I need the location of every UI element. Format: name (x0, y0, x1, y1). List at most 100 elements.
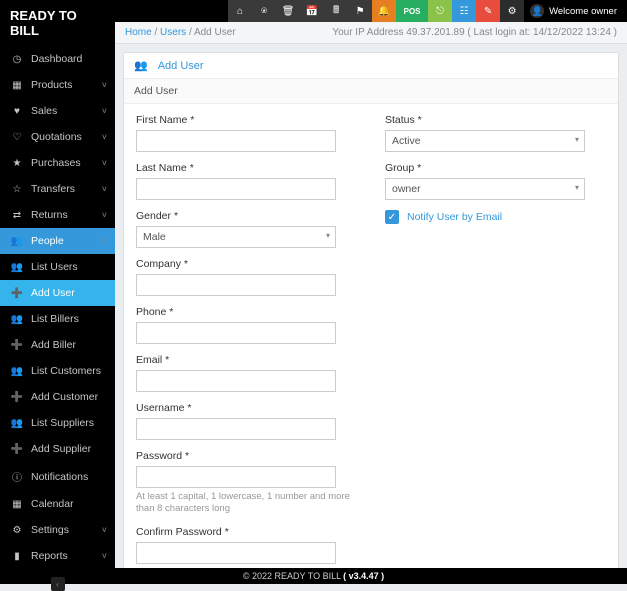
phone-input[interactable] (136, 322, 336, 344)
avatar-icon: 👤 (530, 4, 544, 18)
users-icon: 👥 (134, 59, 148, 72)
people-submenu: 👥List Users➕Add User👥List Billers➕Add Bi… (0, 254, 115, 462)
list-btn[interactable]: ☷ (452, 0, 476, 22)
today-btn[interactable]: ⎋ (428, 0, 452, 22)
sidebar-item-list-billers: 👥List Billers (0, 306, 115, 332)
reports-icon: ▮ (10, 551, 24, 562)
sidebar-item-label: List Users (31, 261, 78, 273)
label-password: Password * (136, 450, 357, 462)
purchases-icon: ★ (10, 158, 24, 169)
breadcrumb: Home / Users / Add User (125, 27, 236, 38)
password-input[interactable] (136, 466, 336, 488)
home-btn[interactable]: ⌂ (228, 0, 252, 22)
list-customers-icon: 👥 (10, 366, 24, 377)
sidebar-item-dashboard: ◷ Dashboard (0, 46, 115, 72)
label-username: Username * (136, 402, 357, 414)
transfers-icon: ☆ (10, 184, 24, 195)
label-confirm: Confirm Password * (136, 526, 357, 538)
ip-info: Your IP Address 49.37.201.89 ( Last logi… (332, 27, 617, 38)
sidebar-item-add-biller: ➕ Add Biller (0, 332, 115, 358)
confirm-password-input[interactable] (136, 542, 336, 564)
settings-btn[interactable]: ⚙ (500, 0, 524, 22)
topbar: ⌂⍟🗑📅🖩⚑🔔POS⎋☷✎⚙ 👤 Welcome owner (115, 0, 627, 22)
calendar-btn[interactable]: 📅 (300, 0, 324, 22)
sidebar-item-label: People (31, 235, 64, 247)
sidebar-item-label: List Customers (31, 365, 101, 377)
sidebar-item-label: Add Biller (31, 339, 76, 351)
form-col-left: First Name * Last Name * Gender * Male ▾… (136, 114, 357, 568)
label-company: Company * (136, 258, 357, 270)
breadcrumb-bar: Home / Users / Add User Your IP Address … (115, 22, 627, 44)
first-name-input[interactable] (136, 130, 336, 152)
footer-text: © 2022 READY TO BILL (243, 571, 341, 581)
sidebar-item-reports: ▮ Reports ˅ (0, 543, 115, 569)
add-customer-icon: ➕ (10, 392, 24, 403)
sidebar-item-people: 👥 People ˅ (0, 228, 115, 254)
clear-btn[interactable]: 🗑 (276, 0, 300, 22)
gender-select[interactable]: Male (136, 226, 336, 248)
flag-btn[interactable]: ⚑ (348, 0, 372, 22)
chevron-down-icon: ˅ (102, 210, 107, 220)
chevron-down-icon: ˅ (102, 106, 107, 116)
sidebar-item-add-supplier: ➕Add Supplier (0, 436, 115, 462)
alerts-btn[interactable]: 🔔 (372, 0, 396, 22)
status-select[interactable]: Active (385, 130, 585, 152)
sidebar: READY TO BILL ◷Dashboard▦Products˅♥Sales… (0, 0, 115, 584)
username-input[interactable] (136, 418, 336, 440)
label-gender: Gender * (136, 210, 357, 222)
sidebar-item-settings: ⚙Settings˅ (0, 517, 115, 543)
sidebar-item-transfers: ☆ Transfers ˅ (0, 176, 115, 202)
crumb-users[interactable]: Users (160, 27, 186, 38)
add-user-icon: ➕ (10, 288, 24, 299)
sidebar-item-list-users: 👥List Users (0, 254, 115, 280)
sidebar-item-list-customers: 👥 List Customers (0, 358, 115, 384)
chevron-down-icon: ˅ (102, 551, 107, 561)
sidebar-item-label: Purchases (31, 157, 81, 169)
main-menu: ◷Dashboard▦Products˅♥Sales˅♡Quotations˅★… (0, 46, 115, 228)
crumb-home[interactable]: Home (125, 27, 152, 38)
group-select[interactable]: owner (385, 178, 585, 200)
notify-row: ✓ Notify User by Email (385, 210, 606, 224)
sidebar-item-label: Calendar (31, 498, 74, 510)
quotations-icon: ♡ (10, 132, 24, 143)
tail-menu: ⓘNotifications▦Calendar⚙Settings˅▮Report… (0, 462, 115, 569)
sidebar-item-label: Sales (31, 105, 57, 117)
calculator-btn[interactable]: 🖩 (324, 0, 348, 22)
sidebar-item-label: Returns (31, 209, 68, 221)
sidebar-item-label: Quotations (31, 131, 82, 143)
email-input[interactable] (136, 370, 336, 392)
sidebar-item-add-user: ➕Add User (0, 280, 115, 306)
sidebar-item-label: Reports (31, 550, 68, 562)
edit-btn[interactable]: ✎ (476, 0, 500, 22)
notify-checkbox[interactable]: ✓ (385, 210, 399, 224)
pos-btn[interactable]: POS (396, 0, 428, 22)
notify-label: Notify User by Email (407, 211, 502, 223)
sidebar-item-label: Transfers (31, 183, 75, 195)
dashboard-icon: ◷ (10, 54, 24, 65)
chevron-down-icon: ˅ (102, 132, 107, 142)
label-email: Email * (136, 354, 357, 366)
sidebar-item-list-suppliers: 👥List Suppliers (0, 410, 115, 436)
add-biller-icon: ➕ (10, 340, 24, 351)
sidebar-item-products: ▦Products˅ (0, 72, 115, 98)
sidebar-item-sales: ♥Sales˅ (0, 98, 115, 124)
sidebar-item-label: List Billers (31, 313, 79, 325)
welcome-text: Welcome owner (549, 6, 617, 17)
settings-icon: ⚙ (10, 525, 24, 536)
chevron-down-icon: ˅ (102, 184, 107, 194)
label-first-name: First Name * (136, 114, 357, 126)
welcome-menu[interactable]: 👤 Welcome owner (524, 0, 627, 22)
sidebar-item-quotations: ♡ Quotations ˅ (0, 124, 115, 150)
collapse-sidebar-btn[interactable]: ‹ (51, 577, 65, 591)
label-status: Status * (385, 114, 606, 126)
sidebar-item-label: Dashboard (31, 53, 82, 65)
form-col-right: Status * Active ▾ Group * owner ▾ ✓ Noti… (385, 114, 606, 568)
last-name-input[interactable] (136, 178, 336, 200)
chevron-down-icon: ˅ (102, 236, 107, 246)
company-input[interactable] (136, 274, 336, 296)
brand: READY TO BILL (0, 0, 115, 46)
list-suppliers-icon: 👥 (10, 418, 24, 429)
notifications-icon: ⓘ (10, 469, 24, 484)
chevron-down-icon: ˅ (102, 80, 107, 90)
dashboard-btn[interactable]: ⍟ (252, 0, 276, 22)
